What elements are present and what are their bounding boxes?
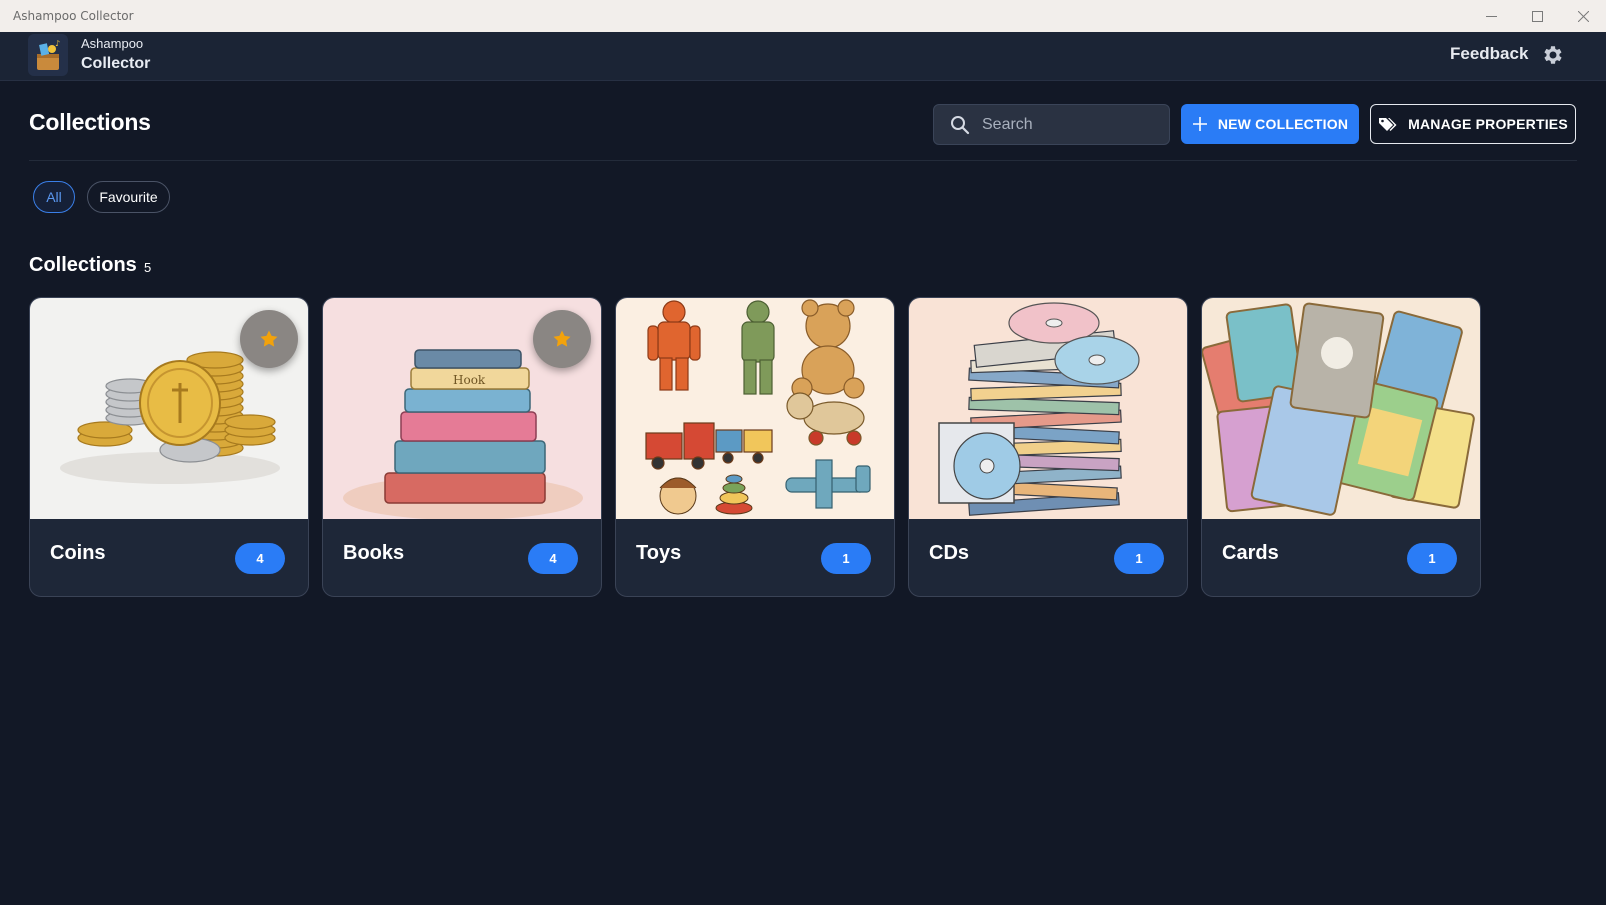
tags-icon <box>1378 116 1398 132</box>
collection-name: CDs <box>929 542 970 564</box>
search-input[interactable] <box>982 115 1152 134</box>
collection-image-toys <box>616 298 894 519</box>
collection-image-cards <box>1202 298 1480 519</box>
window-title: Ashampoo Collector <box>13 9 134 23</box>
manage-properties-button[interactable]: MANAGE PROPERTIES <box>1370 104 1576 144</box>
window-titlebar: Ashampoo Collector <box>0 0 1606 32</box>
maximize-icon[interactable] <box>1514 0 1560 32</box>
app-logo: ♪ <box>28 34 68 76</box>
app-header: ♪ Ashampoo Collector Feedback <box>0 32 1606 81</box>
collection-card-coins[interactable]: Coins 4 <box>29 297 309 597</box>
filter-chip-favourite[interactable]: Favourite <box>87 181 170 213</box>
item-count-badge: 1 <box>1407 543 1457 574</box>
brand-name: Collector <box>81 55 151 72</box>
item-count-badge: 1 <box>1114 543 1164 574</box>
section-title: Collections <box>29 254 137 276</box>
section-count: 5 <box>144 260 152 275</box>
svg-text:♪: ♪ <box>55 39 60 48</box>
collection-name: Cards <box>1222 542 1279 564</box>
collection-card-toys[interactable]: Toys 1 <box>615 297 895 597</box>
item-count-badge: 4 <box>235 543 285 574</box>
manage-properties-label: MANAGE PROPERTIES <box>1408 116 1568 132</box>
collection-card-books[interactable]: Hook Books 4 <box>322 297 602 597</box>
feedback-link[interactable]: Feedback <box>1450 44 1528 64</box>
minimize-icon[interactable] <box>1468 0 1514 32</box>
brand-small: Ashampoo <box>81 36 144 51</box>
window-controls <box>1468 0 1606 32</box>
close-icon[interactable] <box>1560 0 1606 32</box>
search-box[interactable] <box>933 104 1170 145</box>
collection-card-cds[interactable]: CDs 1 <box>908 297 1188 597</box>
item-count-badge: 1 <box>821 543 871 574</box>
search-icon <box>950 115 970 135</box>
star-icon <box>553 330 571 347</box>
favourite-star-button[interactable] <box>240 310 298 368</box>
header-divider <box>29 160 1577 161</box>
new-collection-button[interactable]: NEW COLLECTION <box>1181 104 1359 144</box>
item-count-badge: 4 <box>528 543 578 574</box>
new-collection-label: NEW COLLECTION <box>1217 116 1349 132</box>
star-icon <box>260 330 278 347</box>
plus-icon <box>1192 116 1208 132</box>
page-title: Collections <box>29 109 151 135</box>
collection-card-cards[interactable]: Cards 1 <box>1201 297 1481 597</box>
favourite-star-button[interactable] <box>533 310 591 368</box>
gear-icon[interactable] <box>1540 43 1564 67</box>
filter-chip-all[interactable]: All <box>33 181 75 213</box>
collection-name: Coins <box>50 542 106 564</box>
collection-image-cds <box>909 298 1187 519</box>
svg-text:Hook: Hook <box>453 373 486 387</box>
collection-name: Toys <box>636 542 682 564</box>
collection-name: Books <box>343 542 405 564</box>
